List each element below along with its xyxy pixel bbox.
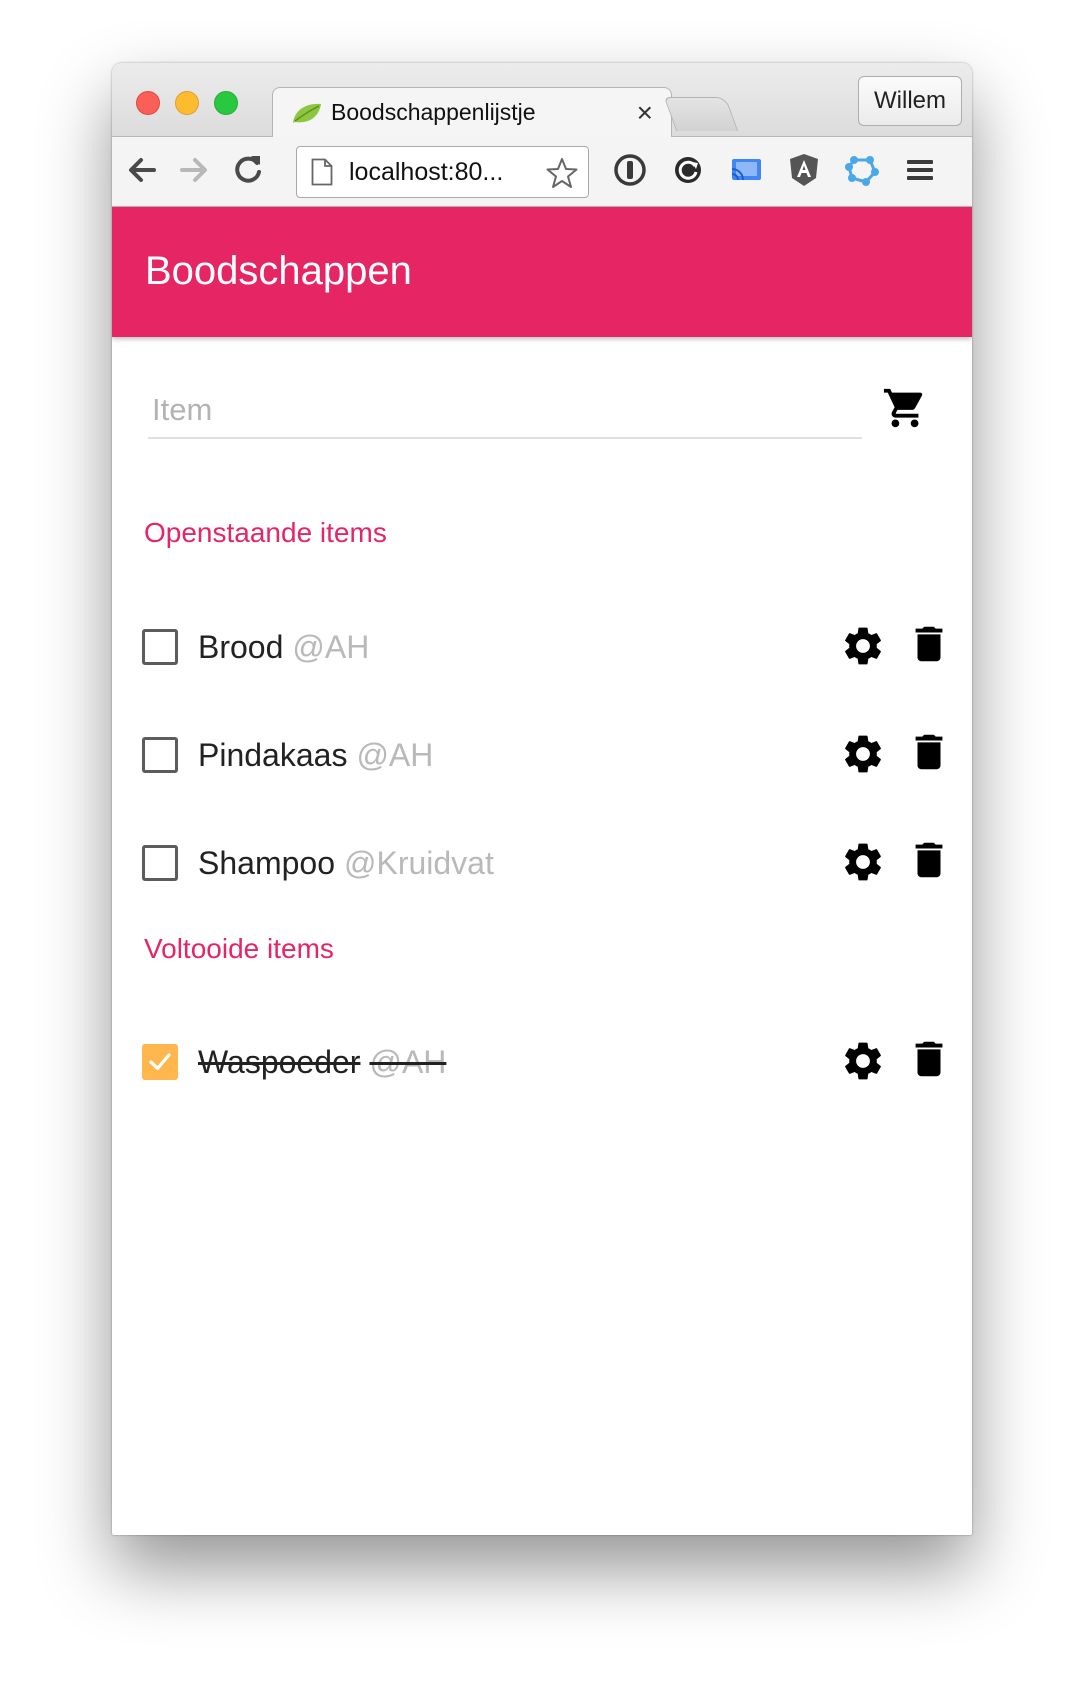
list-item: Shampoo @Kruidvat [142,834,943,894]
gear-icon[interactable] [840,839,886,885]
forward-arrow-icon[interactable] [176,152,212,188]
trash-icon[interactable] [906,621,952,667]
leaf-favicon-icon [293,103,321,123]
tab-close-icon[interactable]: × [637,94,653,132]
item-store: @AH [369,1044,447,1080]
browser-tab[interactable]: Boodschappenlijstje × [272,87,672,138]
item-name: Brood [198,629,284,665]
item-name: Waspoeder [198,1044,361,1080]
item-input[interactable] [148,383,862,439]
tab-title: Boodschappenlijstje [331,99,536,125]
profile-button[interactable]: Willem [858,76,962,126]
gear-icon[interactable] [840,731,886,777]
new-item-form [148,383,868,441]
sync-extension-icon[interactable] [670,152,706,188]
bookmark-star-icon[interactable] [545,156,579,190]
network-extension-icon[interactable] [844,152,880,188]
cast-icon[interactable] [728,152,764,188]
shopping-cart-icon[interactable] [882,385,928,431]
item-label: Pindakaas @AH [198,737,433,774]
list-item: Brood @AH [142,618,943,678]
browser-window: Boodschappenlijstje × Willem localhost:8… [112,63,972,1535]
item-store: @AH [292,629,370,665]
zoom-window-button[interactable] [214,91,238,115]
item-label: Shampoo @Kruidvat [198,845,494,882]
app-bar: Boodschappen [112,207,972,337]
item-store: @AH [356,737,434,773]
trash-icon[interactable] [906,837,952,883]
checkmark-icon [149,1053,171,1071]
title-bar: Boodschappenlijstje × Willem [112,63,972,138]
close-window-button[interactable] [136,91,160,115]
item-name: Pindakaas [198,737,348,773]
list-item: Pindakaas @AH [142,726,943,786]
completed-items-heading: Voltooide items [144,933,334,964]
trash-icon[interactable] [906,1036,952,1082]
trash-icon[interactable] [906,729,952,775]
minimize-window-button[interactable] [175,91,199,115]
item-checkbox[interactable] [142,845,178,881]
item-store: @Kruidvat [343,845,494,881]
item-name: Shampoo [198,845,335,881]
address-bar[interactable]: localhost:80... [296,146,589,198]
angular-extension-icon[interactable] [786,152,822,188]
item-checkbox[interactable] [142,629,178,665]
url-text: localhost:80... [349,158,504,186]
item-label: Waspoeder @AH [198,1044,446,1081]
back-arrow-icon[interactable] [124,152,160,188]
page-icon [311,158,333,186]
item-checkbox[interactable] [142,737,178,773]
browser-toolbar: localhost:80... [112,137,972,207]
open-items-heading: Openstaande items [144,517,387,548]
onepassword-extension-icon[interactable] [612,152,648,188]
gear-icon[interactable] [840,1038,886,1084]
menu-icon[interactable] [902,152,938,188]
reload-icon[interactable] [230,152,266,188]
new-tab-button[interactable] [663,97,739,131]
page-title: Boodschappen [145,249,412,293]
item-checkbox-checked[interactable] [142,1044,178,1080]
gear-icon[interactable] [840,623,886,669]
list-item: Waspoeder @AH [142,1033,943,1093]
item-label: Brood @AH [198,629,369,666]
